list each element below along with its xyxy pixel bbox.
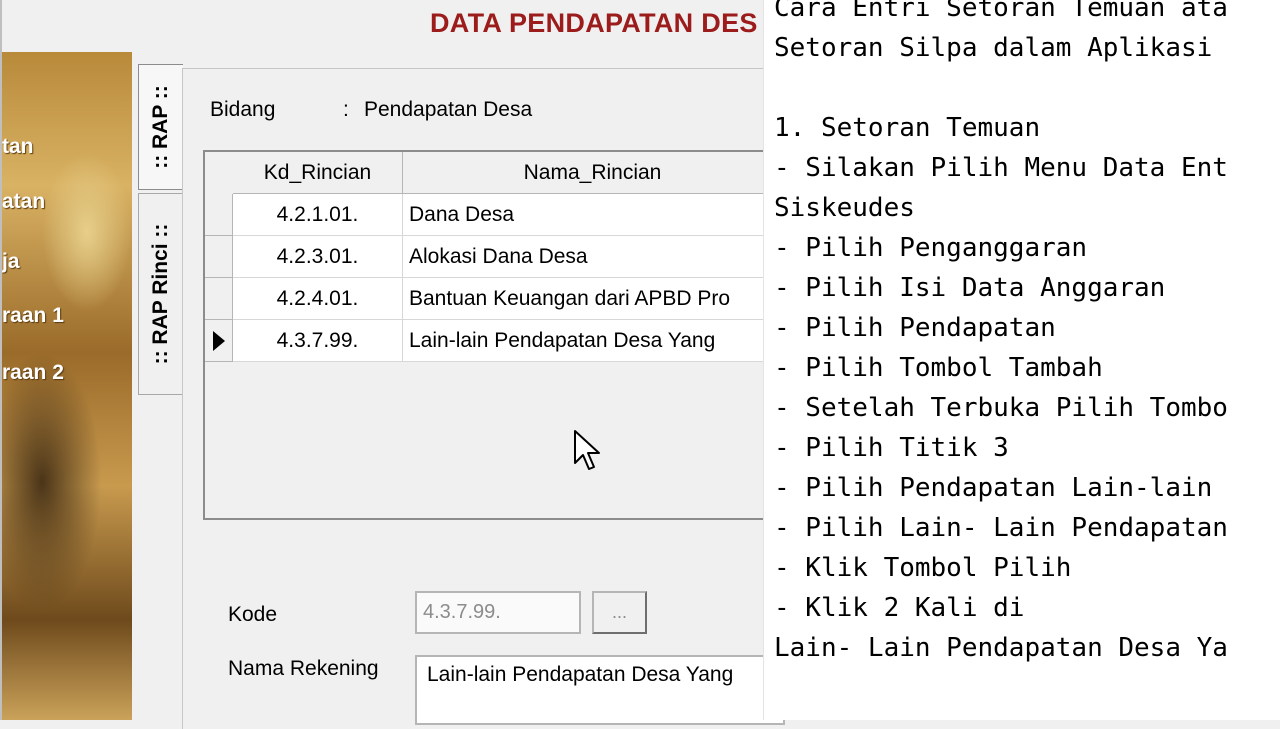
- notes-line: - Pilih Isi Data Anggaran: [774, 273, 1166, 303]
- background-art: [2, 352, 102, 612]
- notes-line: - Pilih Pendapatan: [774, 313, 1056, 343]
- row-pointer-icon: [213, 331, 225, 351]
- grid-corner: [205, 152, 234, 195]
- column-header-nama-rincian[interactable]: Nama_Rincian: [403, 152, 783, 194]
- bidang-value: Pendapatan Desa: [364, 98, 533, 121]
- side-menu-item[interactable]: raan 1: [2, 304, 64, 328]
- kode-label: Kode: [228, 603, 278, 626]
- row-selector[interactable]: [205, 194, 233, 236]
- tab-rap[interactable]: :: RAP ::: [138, 64, 183, 190]
- side-menu: tan atan ja raan 1 raan 2: [2, 52, 132, 720]
- bidang-colon: :: [343, 98, 349, 121]
- side-menu-item[interactable]: tan: [2, 135, 34, 159]
- side-menu-item[interactable]: ja: [2, 250, 20, 274]
- mouse-pointer-icon: [574, 430, 600, 470]
- rincian-grid[interactable]: Kd_Rincian Nama_Rincian 4.2.1.01. Dana D…: [203, 150, 783, 520]
- notes-line: - Pilih Tombol Tambah: [774, 353, 1103, 383]
- cell-nama-rincian[interactable]: Dana Desa: [403, 194, 783, 236]
- column-header-kd-rincian[interactable]: Kd_Rincian: [233, 152, 403, 194]
- notes-line: - Pilih Lain- Lain Pendapatan: [774, 513, 1228, 543]
- window-title: DATA PENDAPATAN DES: [430, 8, 758, 38]
- cell-kd-rincian[interactable]: 4.3.7.99.: [233, 320, 403, 362]
- row-selector[interactable]: [205, 236, 233, 278]
- notes-line: - Klik Tombol Pilih: [774, 553, 1072, 583]
- nama-rekening-field[interactable]: Lain-lain Pendapatan Desa Yang: [415, 655, 785, 725]
- instruction-notes: Cara Entri Setoran Temuan ata Setoran Si…: [763, 0, 1280, 720]
- cell-nama-rincian[interactable]: Alokasi Dana Desa: [403, 236, 783, 278]
- notes-line: - Klik 2 Kali di: [774, 593, 1025, 623]
- notes-line: Setoran Silpa dalam Aplikasi: [774, 33, 1213, 63]
- notes-line: Siskeudes: [774, 193, 915, 223]
- tab-rap-label: :: RAP ::: [149, 85, 172, 169]
- notes-line: - Pilih Pendapatan Lain-lain: [774, 473, 1213, 503]
- tab-rap-rinci[interactable]: :: RAP Rinci ::: [138, 193, 183, 395]
- notes-line: - Silakan Pilih Menu Data Ent: [774, 153, 1228, 183]
- row-selector-current[interactable]: [205, 320, 233, 362]
- cell-nama-rincian[interactable]: Lain-lain Pendapatan Desa Yang: [403, 320, 783, 362]
- notes-line: - Pilih Penganggaran: [774, 233, 1088, 263]
- tab-rap-rinci-label: :: RAP Rinci ::: [149, 223, 172, 365]
- side-menu-item[interactable]: atan: [2, 190, 45, 214]
- notes-line: Lain- Lain Pendapatan Desa Ya: [774, 633, 1228, 663]
- bidang-label: Bidang: [210, 98, 276, 121]
- cell-kd-rincian[interactable]: 4.2.1.01.: [233, 194, 403, 236]
- side-menu-item[interactable]: raan 2: [2, 361, 64, 385]
- nama-rekening-label: Nama Rekening: [228, 657, 379, 680]
- background-art: [42, 152, 132, 312]
- kode-browse-button[interactable]: ...: [592, 591, 647, 634]
- cell-kd-rincian[interactable]: 4.2.4.01.: [233, 278, 403, 320]
- cell-nama-rincian[interactable]: Bantuan Keuangan dari APBD Pro: [403, 278, 783, 320]
- cell-kd-rincian[interactable]: 4.2.3.01.: [233, 236, 403, 278]
- notes-line: Cara Entri Setoran Temuan ata: [774, 0, 1228, 23]
- notes-line: - Pilih Titik 3: [774, 433, 1009, 463]
- notes-line: 1. Setoran Temuan: [774, 113, 1041, 143]
- kode-input[interactable]: 4.3.7.99.: [415, 591, 581, 634]
- row-selector[interactable]: [205, 278, 233, 320]
- notes-line: - Setelah Terbuka Pilih Tombo: [774, 393, 1228, 423]
